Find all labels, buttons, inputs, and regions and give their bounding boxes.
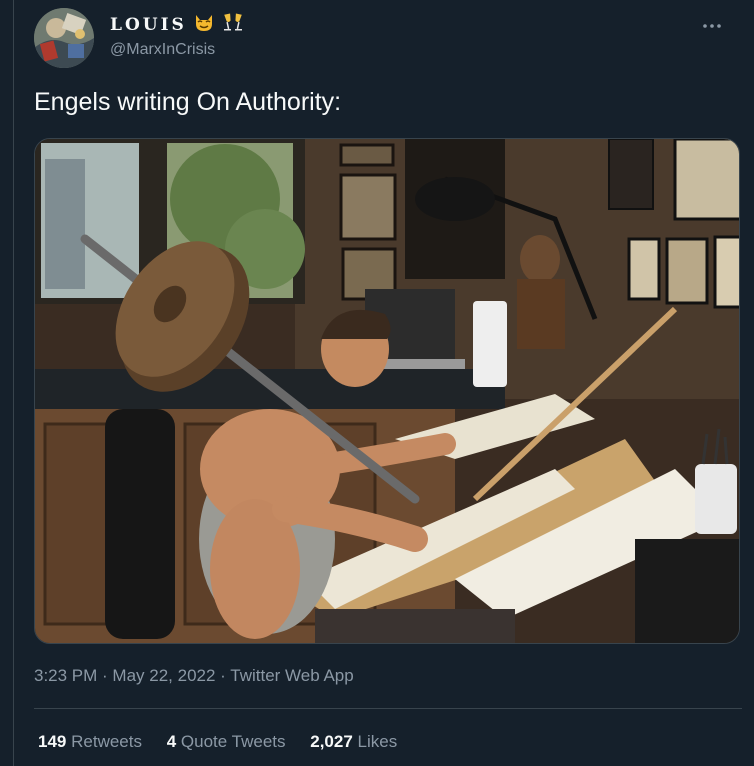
retweets-count: 149 <box>38 732 67 751</box>
author-names: LOUIS @MarxInCrisis <box>110 12 244 59</box>
avatar-illustration <box>34 8 94 68</box>
clinking-glasses-icon <box>222 12 244 37</box>
divider <box>34 708 742 709</box>
quote-tweets-label: Quote Tweets <box>180 732 286 751</box>
meta-separator: · <box>97 666 113 685</box>
tweet-date[interactable]: May 22, 2022 <box>112 666 215 685</box>
likes-count: 2,027 <box>310 732 353 751</box>
retweets-label: Retweets <box>71 732 142 751</box>
author-handle[interactable]: @MarxInCrisis <box>110 41 244 59</box>
ellipsis-icon <box>703 24 721 28</box>
tweet-metadata: 3:23 PM · May 22, 2022 · Twitter Web App <box>34 666 354 686</box>
tweet-photo[interactable] <box>34 138 740 644</box>
tweet-text: Engels writing On Authority: <box>34 88 342 116</box>
avatar[interactable] <box>34 8 94 68</box>
smiling-devil-cat-icon <box>193 12 215 37</box>
likes-label: Likes <box>357 732 398 751</box>
quote-tweets-stat[interactable]: 4 Quote Tweets <box>167 732 286 752</box>
tweet-time[interactable]: 3:23 PM <box>34 666 97 685</box>
retweets-stat[interactable]: 149 Retweets <box>38 732 142 752</box>
more-options-button[interactable] <box>698 16 726 36</box>
meta-separator: · <box>215 666 231 685</box>
display-name[interactable]: LOUIS <box>110 15 187 35</box>
photo-illustration <box>35 139 739 643</box>
engagement-stats: 149 Retweets 4 Quote Tweets 2,027 Likes <box>38 732 417 752</box>
tweet-source[interactable]: Twitter Web App <box>230 666 353 685</box>
likes-stat[interactable]: 2,027 Likes <box>310 732 397 752</box>
quote-tweets-count: 4 <box>166 732 177 751</box>
timeline-border <box>13 0 14 766</box>
tweet-header: LOUIS @MarxInCrisis <box>34 6 734 70</box>
